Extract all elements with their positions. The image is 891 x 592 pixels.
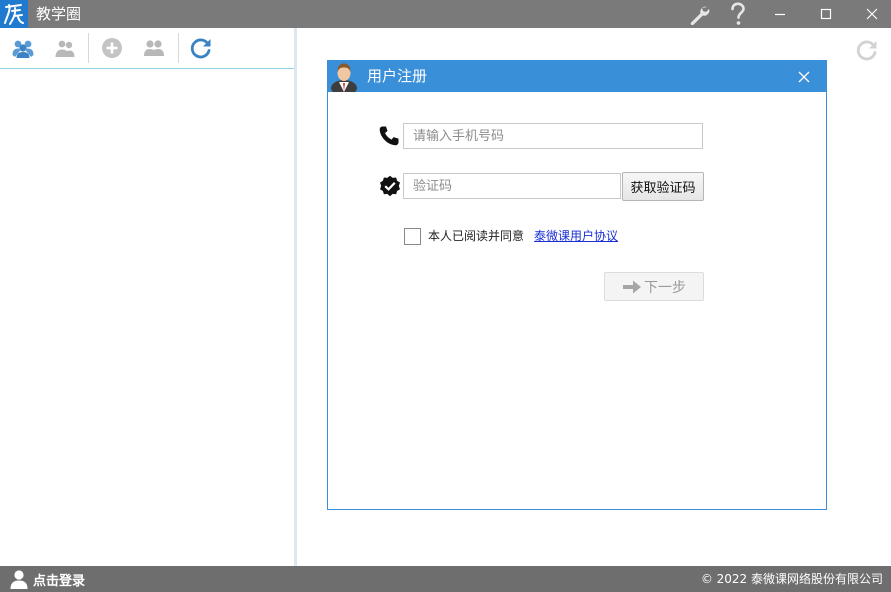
question-icon [731, 2, 745, 25]
phone-input[interactable] [403, 123, 703, 149]
register-dialog: 用户注册 获取验证码 本人已阅读并同意 泰微课用户协议 下一步 [327, 60, 827, 510]
users-icon [55, 40, 75, 57]
wrench-icon [690, 6, 710, 25]
maximize-button[interactable] [814, 0, 838, 28]
toolbar-divider [88, 33, 89, 63]
minimize-icon [775, 13, 785, 16]
agreement-link[interactable]: 泰微课用户协议 [534, 228, 618, 245]
close-button[interactable] [860, 0, 884, 28]
app-logo-icon [0, 0, 28, 28]
user-avatar-icon [330, 61, 358, 96]
agree-checkbox[interactable] [404, 228, 421, 245]
agree-text: 本人已阅读并同意 [428, 229, 525, 243]
close-icon [798, 71, 810, 83]
dialog-title: 用户注册 [367, 67, 428, 85]
maximize-icon [820, 8, 832, 20]
dialog-header: 用户注册 [328, 61, 826, 96]
phone-icon [378, 125, 400, 147]
close-icon [866, 8, 878, 20]
add-button[interactable] [98, 34, 126, 62]
copyright-text: © 2022 泰微课网络股份有限公司 [700, 572, 883, 586]
group-button[interactable] [9, 34, 37, 62]
friends-button[interactable] [140, 34, 168, 62]
contacts-button[interactable] [51, 34, 79, 62]
left-panel [0, 28, 294, 566]
verified-badge-icon [379, 175, 401, 197]
verification-code-input[interactable] [403, 173, 621, 199]
help-button[interactable] [726, 0, 750, 28]
next-step-label: 下一步 [644, 279, 686, 296]
refresh-icon [190, 38, 211, 59]
user-pair-icon [144, 40, 164, 56]
status-bar: 点击登录 © 2022 泰微课网络股份有限公司 [0, 566, 891, 592]
title-bar: 教学圈 [0, 0, 891, 28]
login-label: 点击登录 [33, 573, 86, 589]
next-step-button[interactable]: 下一步 [604, 272, 704, 301]
refresh-button[interactable] [187, 34, 215, 62]
arrow-right-icon [623, 280, 641, 293]
add-circle-icon [102, 38, 122, 58]
refresh-button-right[interactable] [853, 36, 881, 64]
app-title: 教学圈 [36, 5, 82, 23]
dialog-close-button[interactable] [794, 67, 814, 87]
user-icon [10, 570, 28, 589]
users-group-icon [12, 40, 34, 58]
login-button[interactable]: 点击登录 [10, 566, 85, 592]
toolbar-divider [178, 33, 179, 63]
refresh-icon [856, 40, 877, 61]
minimize-button[interactable] [768, 0, 792, 28]
get-code-button[interactable]: 获取验证码 [622, 172, 704, 201]
settings-button[interactable] [686, 0, 712, 28]
left-toolbar [0, 28, 294, 69]
